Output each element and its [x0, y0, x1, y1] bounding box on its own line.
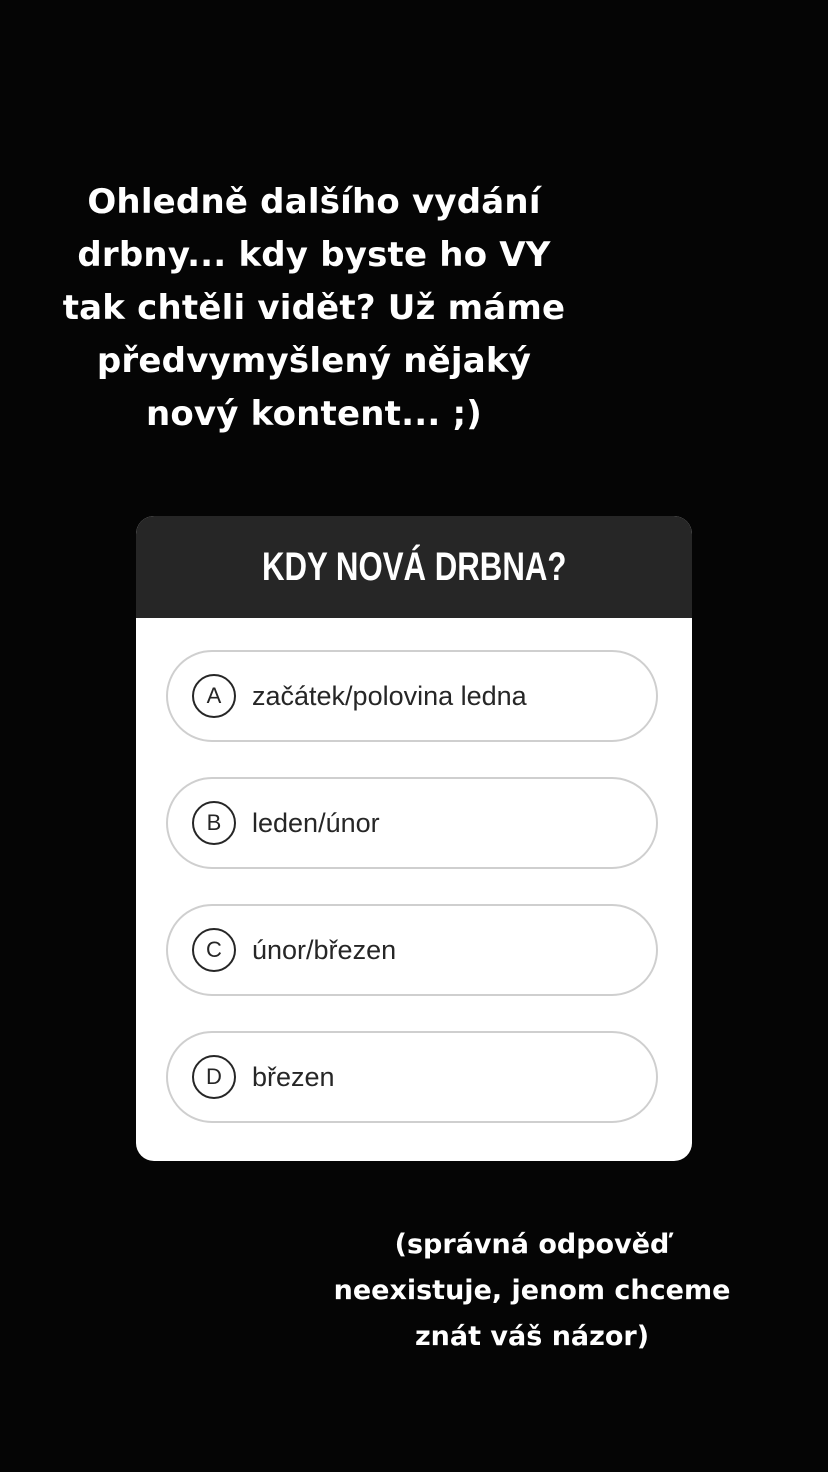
option-label: leden/únor	[252, 807, 380, 838]
story-caption-bottom: (správná odpověď neexistuje, jenom chcem…	[333, 1229, 731, 1352]
option-letter-badge: C	[192, 928, 236, 972]
quiz-option-a[interactable]: A začátek/polovina ledna	[166, 650, 658, 742]
story-caption-top: Ohledně dalšího vydání drbny... kdy byst…	[62, 182, 566, 434]
option-letter-badge: B	[192, 801, 236, 845]
quiz-sticker: KDY NOVÁ DRBNA? A začátek/polovina ledna…	[136, 516, 692, 1161]
quiz-option-c[interactable]: C únor/březen	[166, 904, 658, 996]
quiz-option-b[interactable]: B leden/únor	[166, 777, 658, 869]
option-letter-badge: D	[192, 1055, 236, 1099]
quiz-title: KDY NOVÁ DRBNA?	[261, 544, 567, 589]
option-label: březen	[252, 1061, 335, 1092]
quiz-header: KDY NOVÁ DRBNA?	[136, 516, 692, 618]
quiz-option-d[interactable]: D březen	[166, 1031, 658, 1123]
option-letter-badge: A	[192, 674, 236, 718]
story-canvas: Ohledně dalšího vydání drbny... kdy byst…	[0, 0, 828, 1472]
option-label: únor/březen	[252, 934, 397, 965]
option-label: začátek/polovina ledna	[252, 680, 527, 711]
